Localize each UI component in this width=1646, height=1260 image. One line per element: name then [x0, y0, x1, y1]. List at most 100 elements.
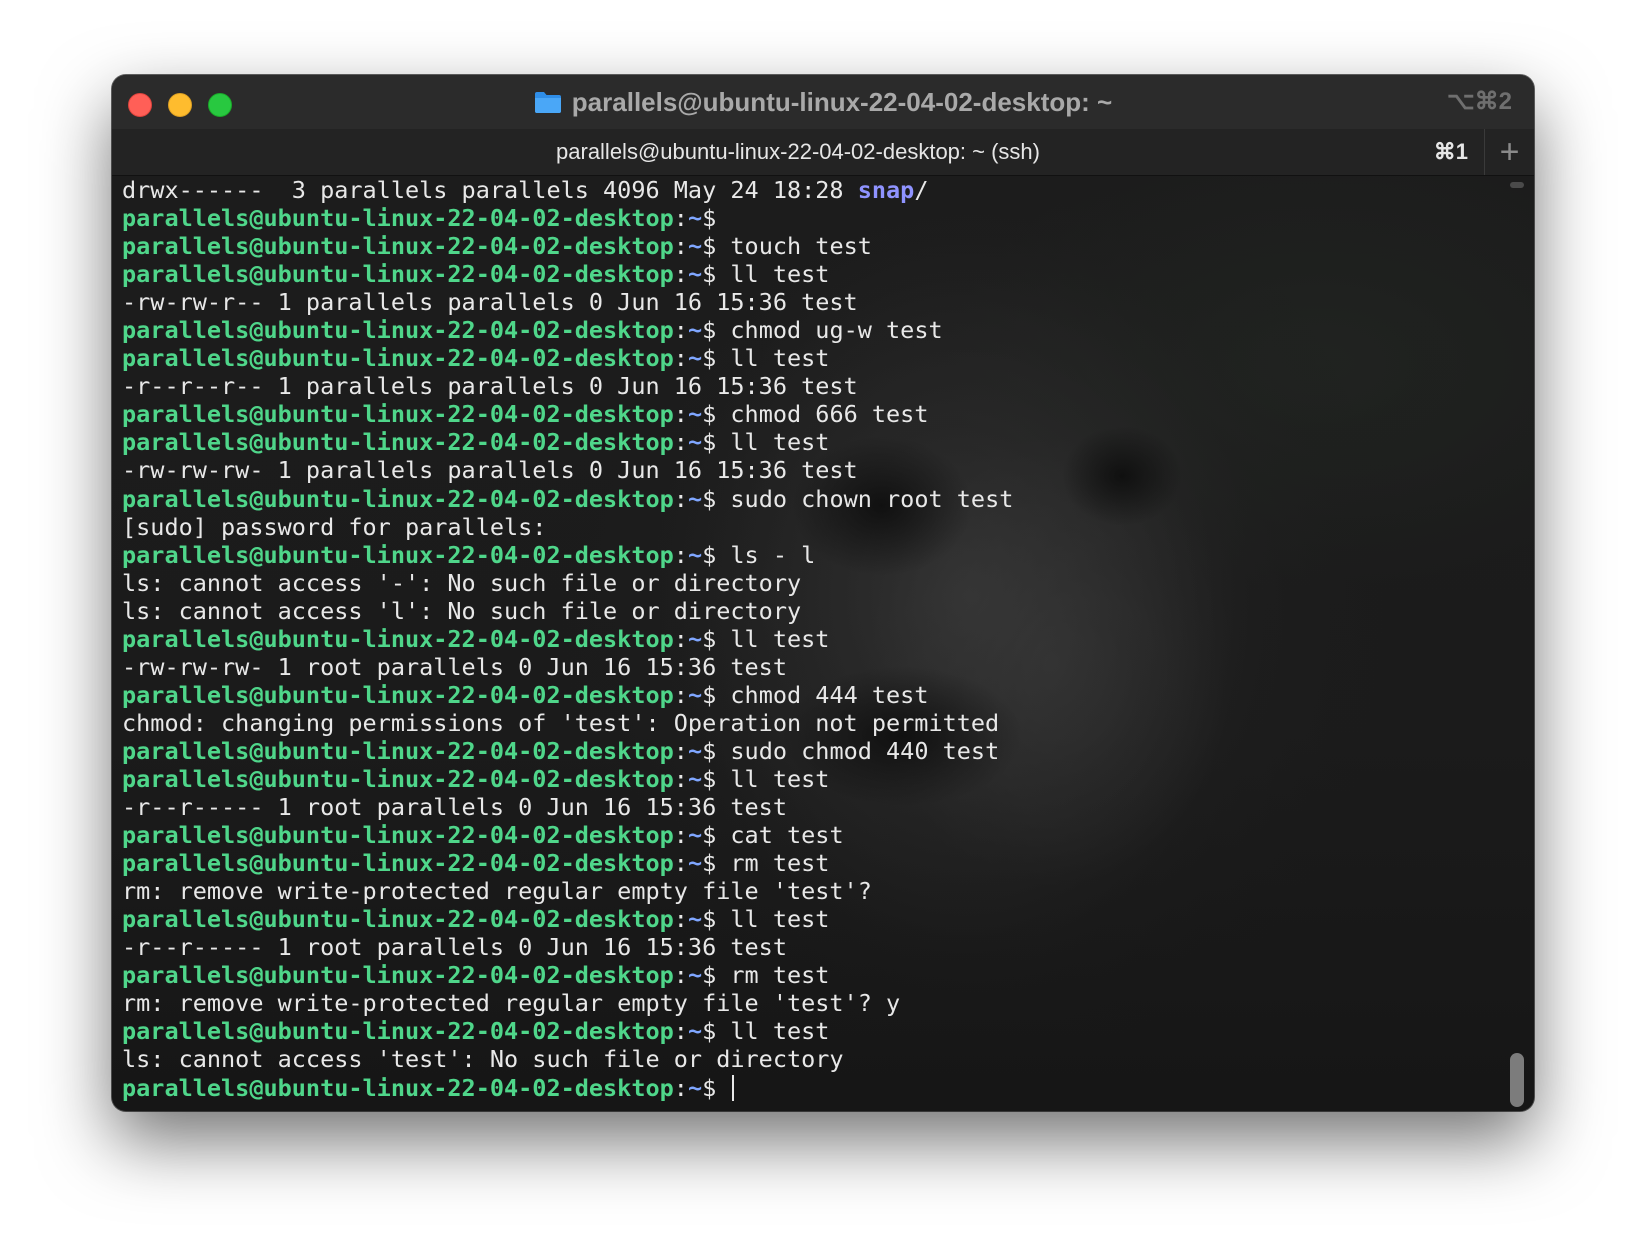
- prompt-host: parallels@ubuntu-linux-22-04-02-desktop: [122, 232, 674, 261]
- prompt-symbol: $: [702, 344, 717, 373]
- output-text: drwx------ 3 parallels parallels 4096 Ma…: [122, 176, 858, 204]
- prompt-host: parallels@ubuntu-linux-22-04-02-desktop: [122, 736, 674, 765]
- prompt-symbol: $: [702, 821, 717, 850]
- command-text: ll test: [730, 428, 830, 457]
- output-line: [sudo] password for parallels:: [122, 513, 1013, 541]
- prompt-line: parallels@ubuntu-linux-22-04-02-desktop:…: [122, 204, 1013, 232]
- output-line: -r--r----- 1 root parallels 0 Jun 16 15:…: [122, 793, 1013, 821]
- output-line: ls: cannot access '-': No such file or d…: [122, 569, 1013, 597]
- window-shortcut: ⌥⌘2: [1446, 88, 1512, 115]
- prompt-line: parallels@ubuntu-linux-22-04-02-desktop:…: [122, 485, 1013, 513]
- command-text: touch test: [730, 232, 872, 261]
- prompt-path: ~: [687, 764, 703, 793]
- output-text: rm: remove write-protected regular empty…: [122, 989, 901, 1018]
- prompt-path: ~: [687, 344, 703, 373]
- command-text: rm test: [730, 849, 830, 878]
- prompt-separator: :: [673, 905, 688, 934]
- directory-name: snap: [857, 176, 915, 204]
- prompt-line: parallels@ubuntu-linux-22-04-02-desktop:…: [122, 400, 1013, 428]
- output-line: -rw-rw-r-- 1 parallels parallels 0 Jun 1…: [122, 288, 1013, 316]
- prompt-host: parallels@ubuntu-linux-22-04-02-desktop: [122, 540, 674, 569]
- prompt-host: parallels@ubuntu-linux-22-04-02-desktop: [122, 204, 674, 233]
- prompt-path: ~: [687, 260, 703, 289]
- output-line: rm: remove write-protected regular empty…: [122, 877, 1013, 905]
- tab-ssh-session[interactable]: parallels@ubuntu-linux-22-04-02-desktop:…: [112, 129, 1484, 175]
- command-text: sudo chown root test: [730, 484, 1014, 513]
- prompt-host: parallels@ubuntu-linux-22-04-02-desktop: [122, 344, 674, 373]
- prompt-path: ~: [687, 1073, 703, 1102]
- output-line: -r--r--r-- 1 parallels parallels 0 Jun 1…: [122, 372, 1013, 400]
- command-text: sudo chmod 440 test: [730, 736, 1000, 765]
- command-text: ll test: [730, 1017, 830, 1046]
- output-text: -rw-rw-rw- 1 root parallels 0 Jun 16 15:…: [122, 652, 787, 681]
- prompt-host: parallels@ubuntu-linux-22-04-02-desktop: [122, 1073, 674, 1102]
- command-text: ls - l: [730, 540, 816, 569]
- command-text: chmod 444 test: [730, 680, 929, 709]
- prompt-symbol: $: [702, 484, 717, 513]
- prompt-line: parallels@ubuntu-linux-22-04-02-desktop:…: [122, 1074, 1013, 1102]
- prompt-separator: :: [673, 764, 688, 793]
- prompt-symbol: $: [702, 961, 717, 990]
- prompt-separator: :: [673, 484, 688, 513]
- command-text: ll test: [730, 260, 830, 289]
- prompt-host: parallels@ubuntu-linux-22-04-02-desktop: [122, 680, 674, 709]
- prompt-host: parallels@ubuntu-linux-22-04-02-desktop: [122, 428, 674, 457]
- prompt-line: parallels@ubuntu-linux-22-04-02-desktop:…: [122, 1017, 1013, 1045]
- prompt-line: parallels@ubuntu-linux-22-04-02-desktop:…: [122, 260, 1013, 288]
- command-text: ll test: [730, 344, 830, 373]
- output-line: -r--r----- 1 root parallels 0 Jun 16 15:…: [122, 933, 1013, 961]
- prompt-path: ~: [687, 1017, 703, 1046]
- scrollbar[interactable]: [1506, 182, 1526, 1107]
- prompt-path: ~: [687, 400, 703, 429]
- prompt-path: ~: [687, 905, 703, 934]
- prompt-line: parallels@ubuntu-linux-22-04-02-desktop:…: [122, 961, 1013, 989]
- prompt-path: ~: [687, 540, 703, 569]
- new-tab-button[interactable]: +: [1484, 129, 1534, 175]
- output-text: chmod: changing permissions of 'test': O…: [122, 708, 1000, 737]
- prompt-separator: :: [673, 400, 688, 429]
- output-line: rm: remove write-protected regular empty…: [122, 989, 1013, 1017]
- prompt-symbol: $: [702, 1017, 717, 1046]
- scrollbar-thumb[interactable]: [1510, 1053, 1524, 1107]
- prompt-separator: :: [673, 232, 688, 261]
- prompt-separator: :: [673, 821, 688, 850]
- prompt-host: parallels@ubuntu-linux-22-04-02-desktop: [122, 821, 674, 850]
- prompt-symbol: $: [702, 540, 717, 569]
- prompt-line: parallels@ubuntu-linux-22-04-02-desktop:…: [122, 905, 1013, 933]
- prompt-host: parallels@ubuntu-linux-22-04-02-desktop: [122, 1017, 674, 1046]
- prompt-path: ~: [687, 821, 703, 850]
- folder-icon: [534, 90, 562, 114]
- prompt-host: parallels@ubuntu-linux-22-04-02-desktop: [122, 764, 674, 793]
- prompt-line: parallels@ubuntu-linux-22-04-02-desktop:…: [122, 428, 1013, 456]
- command-text: cat test: [730, 821, 844, 850]
- command-text: ll test: [730, 624, 830, 653]
- prompt-line: parallels@ubuntu-linux-22-04-02-desktop:…: [122, 821, 1013, 849]
- prompt-symbol: $: [702, 624, 717, 653]
- prompt-separator: :: [673, 1017, 688, 1046]
- prompt-separator: :: [673, 961, 688, 990]
- prompt-line: parallels@ubuntu-linux-22-04-02-desktop:…: [122, 232, 1013, 260]
- prompt-symbol: $: [702, 1073, 717, 1102]
- prompt-path: ~: [687, 484, 703, 513]
- prompt-line: parallels@ubuntu-linux-22-04-02-desktop:…: [122, 316, 1013, 344]
- prompt-separator: :: [673, 736, 688, 765]
- output-text: -r--r----- 1 root parallels 0 Jun 16 15:…: [122, 933, 787, 962]
- command-text: chmod 666 test: [730, 400, 929, 429]
- output-text: -r--r--r-- 1 parallels parallels 0 Jun 1…: [122, 372, 858, 401]
- prompt-symbol: $: [702, 232, 717, 261]
- prompt-separator: :: [673, 540, 688, 569]
- scrollbar-top-marker: [1510, 182, 1524, 188]
- window-title-group: parallels@ubuntu-linux-22-04-02-desktop:…: [112, 75, 1534, 129]
- prompt-path: ~: [687, 624, 703, 653]
- prompt-separator: :: [673, 428, 688, 457]
- prompt-line: parallels@ubuntu-linux-22-04-02-desktop:…: [122, 541, 1013, 569]
- output-line: -rw-rw-rw- 1 root parallels 0 Jun 16 15:…: [122, 653, 1013, 681]
- terminal-content[interactable]: drwx------ 3 parallels parallels 4096 Ma…: [112, 176, 1534, 1111]
- prompt-symbol: $: [702, 400, 717, 429]
- prompt-symbol: $: [702, 849, 717, 878]
- prompt-line: parallels@ubuntu-linux-22-04-02-desktop:…: [122, 681, 1013, 709]
- output-text: -r--r----- 1 root parallels 0 Jun 16 15:…: [122, 793, 787, 822]
- title-bar[interactable]: parallels@ubuntu-linux-22-04-02-desktop:…: [112, 75, 1534, 129]
- prompt-host: parallels@ubuntu-linux-22-04-02-desktop: [122, 400, 674, 429]
- prompt-line: parallels@ubuntu-linux-22-04-02-desktop:…: [122, 737, 1013, 765]
